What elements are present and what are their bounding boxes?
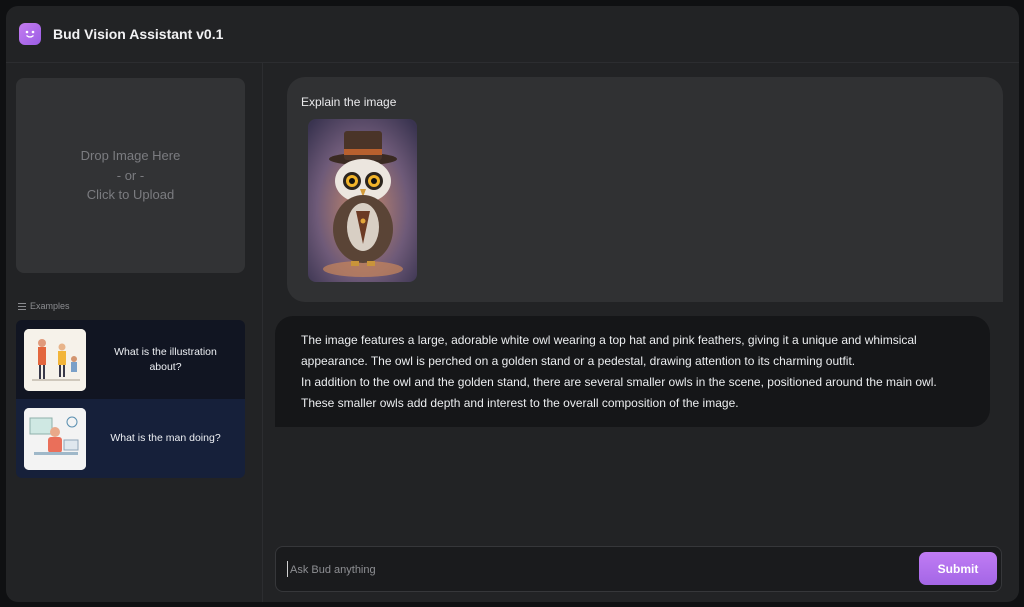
assistant-response: The image features a large, adorable whi… xyxy=(301,330,971,414)
sidebar: Drop Image Here - or - Click to Upload E… xyxy=(6,63,263,602)
example-thumbnail-man xyxy=(24,407,86,470)
example-thumbnail-illustration xyxy=(24,328,86,391)
upload-or-text: - or - xyxy=(116,167,145,183)
user-message: Explain the image xyxy=(287,77,1003,302)
assistant-message: The image features a large, adorable whi… xyxy=(275,316,990,427)
image-upload-dropzone[interactable]: Drop Image Here - or - Click to Upload xyxy=(16,78,245,273)
user-prompt-text: Explain the image xyxy=(301,95,397,109)
uploaded-owl-image xyxy=(308,119,417,282)
examples-list: What is the illustration about? What is … xyxy=(16,320,245,478)
smiley-face-icon xyxy=(19,23,41,45)
assistant-response-line: In addition to the owl and the golden st… xyxy=(301,375,937,410)
list-icon xyxy=(18,302,26,310)
example-item-man[interactable]: What is the man doing? xyxy=(16,399,245,478)
submit-button[interactable]: Submit xyxy=(919,552,997,585)
chat-area: Explain the image The image features a l… xyxy=(263,63,1019,602)
message-input[interactable] xyxy=(288,557,902,583)
app-title: Bud Vision Assistant v0.1 xyxy=(53,26,224,42)
example-label-illustration: What is the illustration about? xyxy=(114,345,217,373)
examples-heading: Examples xyxy=(18,301,70,311)
example-label-man: What is the man doing? xyxy=(110,432,221,444)
upload-click-text: Click to Upload xyxy=(86,187,175,203)
examples-heading-label: Examples xyxy=(30,301,70,311)
assistant-response-line: The image features a large, adorable whi… xyxy=(301,333,917,368)
message-input-bar: Submit xyxy=(275,546,1002,592)
upload-drop-text: Drop Image Here xyxy=(80,148,181,164)
header: Bud Vision Assistant v0.1 xyxy=(6,6,1019,63)
example-item-illustration[interactable]: What is the illustration about? xyxy=(16,320,245,399)
app-window: Bud Vision Assistant v0.1 Drop Image Her… xyxy=(6,6,1019,602)
